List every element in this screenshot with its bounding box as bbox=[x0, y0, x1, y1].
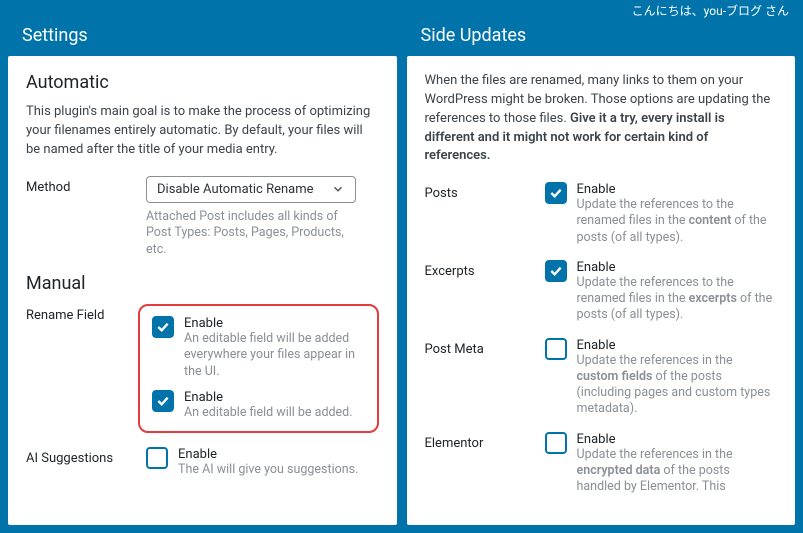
excerpts-check-label: Enable bbox=[577, 260, 778, 275]
rename-field-label: Rename Field bbox=[26, 304, 146, 323]
side-updates-title: Side Updates bbox=[407, 19, 796, 56]
settings-column: Settings Automatic This plugin's main go… bbox=[8, 19, 397, 525]
rename-1-label: Enable bbox=[184, 316, 365, 331]
rename-highlight-box: Enable An editable field will be added e… bbox=[138, 304, 379, 433]
posts-desc: Update the references to the renamed fil… bbox=[577, 197, 777, 246]
posts-row: Posts Enable Update the references to th… bbox=[425, 182, 778, 246]
method-select-value: Disable Automatic Rename bbox=[157, 182, 314, 197]
posts-check-label: Enable bbox=[577, 182, 778, 197]
ai-label: Enable bbox=[178, 447, 379, 462]
excerpts-row: Excerpts Enable Update the references to… bbox=[425, 260, 778, 324]
elementor-check-label: Enable bbox=[577, 432, 778, 447]
ai-suggestions-row: AI Suggestions Enable The AI will give y… bbox=[26, 447, 379, 478]
rename-2-desc: An editable field will be added. bbox=[184, 405, 365, 421]
check-icon bbox=[155, 393, 171, 409]
excerpts-checkbox[interactable] bbox=[545, 260, 567, 282]
method-label: Method bbox=[26, 176, 146, 195]
method-help: Attached Post includes all kinds of Post… bbox=[146, 209, 366, 260]
rename-2-label: Enable bbox=[184, 390, 365, 405]
postmeta-check-label: Enable bbox=[577, 338, 778, 353]
rename-checkbox-2[interactable] bbox=[152, 390, 174, 412]
postmeta-label: Post Meta bbox=[425, 338, 545, 357]
ai-enable: Enable The AI will give you suggestions. bbox=[146, 447, 379, 478]
side-updates-panel: When the files are renamed, many links t… bbox=[407, 56, 796, 525]
rename-enable-2: Enable An editable field will be added. bbox=[152, 390, 365, 421]
side-updates-intro: When the files are renamed, many links t… bbox=[425, 72, 778, 166]
rename-field-row: Rename Field Enable An editable field wi… bbox=[26, 304, 379, 433]
chevron-down-icon bbox=[331, 182, 345, 196]
elementor-desc: Update the references in the encrypted d… bbox=[577, 447, 777, 496]
posts-checkbox[interactable] bbox=[545, 182, 567, 204]
postmeta-desc: Update the references in the custom fiel… bbox=[577, 353, 777, 418]
automatic-intro: This plugin's main goal is to make the p… bbox=[26, 103, 379, 160]
manual-heading: Manual bbox=[26, 273, 379, 294]
ai-suggestions-label: AI Suggestions bbox=[26, 447, 146, 466]
check-icon bbox=[155, 319, 171, 335]
greeting-text: こんにちは、you-ブログ さん bbox=[0, 0, 803, 19]
check-icon bbox=[548, 263, 564, 279]
elementor-checkbox[interactable] bbox=[545, 432, 567, 454]
method-row: Method Disable Automatic Rename Attached… bbox=[26, 176, 379, 260]
check-icon bbox=[548, 185, 564, 201]
rename-checkbox-1[interactable] bbox=[152, 316, 174, 338]
elementor-label: Elementor bbox=[425, 432, 545, 451]
settings-panel: Automatic This plugin's main goal is to … bbox=[8, 56, 397, 525]
automatic-heading: Automatic bbox=[26, 72, 379, 93]
posts-label: Posts bbox=[425, 182, 545, 201]
settings-title: Settings bbox=[8, 19, 397, 56]
elementor-row: Elementor Enable Update the references i… bbox=[425, 432, 778, 496]
postmeta-checkbox[interactable] bbox=[545, 338, 567, 360]
ai-desc: The AI will give you suggestions. bbox=[178, 462, 378, 478]
excerpts-desc: Update the references to the renamed fil… bbox=[577, 275, 777, 324]
ai-checkbox[interactable] bbox=[146, 447, 168, 469]
rename-enable-1: Enable An editable field will be added e… bbox=[152, 316, 365, 380]
excerpts-label: Excerpts bbox=[425, 260, 545, 279]
side-updates-column: Side Updates When the files are renamed,… bbox=[407, 19, 796, 525]
method-select[interactable]: Disable Automatic Rename bbox=[146, 176, 356, 203]
postmeta-row: Post Meta Enable Update the references i… bbox=[425, 338, 778, 418]
rename-1-desc: An editable field will be added everywhe… bbox=[184, 331, 365, 380]
